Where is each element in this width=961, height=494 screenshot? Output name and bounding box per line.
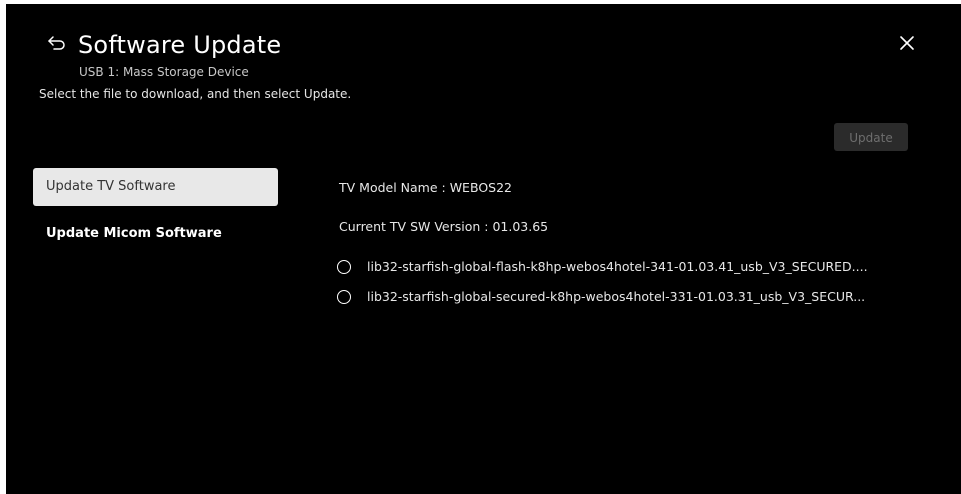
file-option[interactable]: lib32-starfish-global-secured-k8hp-webos… [337, 288, 897, 310]
page-title: Software Update [78, 31, 282, 59]
back-button[interactable] [46, 32, 68, 54]
update-button[interactable]: Update [834, 123, 908, 151]
current-sw-version: Current TV SW Version : 01.03.65 [339, 219, 549, 234]
file-name: lib32-starfish-global-flash-k8hp-webos4h… [367, 259, 868, 274]
device-subtitle: USB 1: Mass Storage Device [79, 65, 249, 79]
back-arrow-icon [48, 36, 65, 50]
close-button[interactable] [898, 34, 916, 52]
sidebar-item-update-tv-software[interactable]: Update TV Software [33, 168, 278, 206]
file-option[interactable]: lib32-starfish-global-flash-k8hp-webos4h… [337, 258, 897, 280]
tv-screen: Software Update USB 1: Mass Storage Devi… [6, 4, 961, 494]
instruction-text: Select the file to download, and then se… [39, 87, 352, 101]
file-name: lib32-starfish-global-secured-k8hp-webos… [367, 289, 866, 304]
sidebar-item-update-micom-software[interactable]: Update Micom Software [33, 215, 278, 253]
tv-model-name: TV Model Name : WEBOS22 [339, 180, 512, 195]
radio-button-icon[interactable] [337, 290, 351, 304]
radio-button-icon[interactable] [337, 260, 351, 274]
close-icon [900, 36, 914, 50]
